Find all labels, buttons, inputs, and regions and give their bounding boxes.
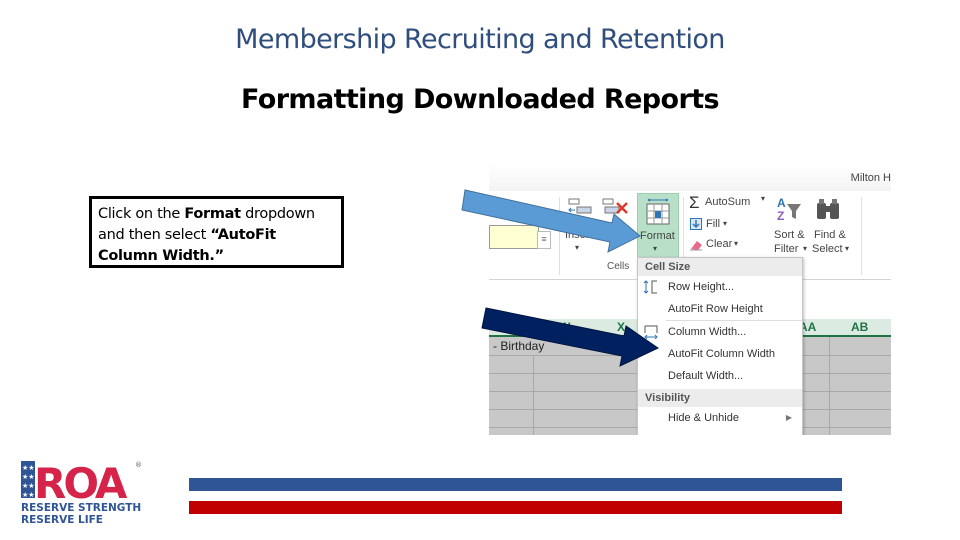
instruction-callout: Click on the Format dropdown and then se… [89, 196, 344, 268]
format-cells-icon [646, 198, 670, 225]
footer-bar-red [189, 501, 842, 514]
style-dropdown[interactable]: ≡ [537, 231, 551, 249]
autosum-icon: Σ [689, 193, 700, 212]
menu-section-visibility: Visibility [638, 389, 802, 407]
sort-filter-button[interactable]: Filter [774, 243, 798, 255]
roa-logo: ★★ ★★ ★★ ★★ ROA ® RESERVE STRENGTH RESER… [18, 457, 143, 527]
svg-text:Z: Z [777, 209, 784, 223]
clear-button[interactable]: Clear [706, 238, 732, 250]
menu-section-cell-size: Cell Size [638, 258, 802, 276]
column-header-ab[interactable]: AB [851, 320, 868, 334]
insert-button[interactable]: Insert [565, 229, 593, 241]
sort-caret[interactable]: ▾ [803, 244, 807, 253]
column-width-icon [644, 325, 658, 339]
svg-text:★★: ★★ [22, 464, 35, 472]
callout-format-bold: Format [184, 206, 241, 222]
user-name: Milton H [850, 172, 891, 184]
svg-text:★★: ★★ [22, 482, 35, 490]
slide-title: Formatting Downloaded Reports [241, 84, 720, 115]
insert-cells-icon[interactable] [567, 197, 593, 219]
find-binoculars-icon [817, 199, 839, 219]
fill-button[interactable]: Fill [706, 218, 720, 230]
ribbon-separator [861, 197, 862, 275]
logo-registered-mark: ® [135, 461, 142, 469]
column-header-x[interactable]: X [617, 320, 625, 334]
svg-text:A: A [777, 196, 786, 210]
find-select-button[interactable]: Select [812, 243, 843, 255]
find-label-1[interactable]: Find & [814, 229, 846, 241]
insert-dropdown-caret[interactable]: ▾ [575, 243, 579, 252]
ribbon-title-area: Milton H [489, 165, 891, 191]
format-button[interactable]: Format ▾ [637, 193, 679, 265]
slide-subtitle: Membership Recruiting and Retention [235, 24, 725, 55]
menu-item-default-width[interactable]: Default Width... [638, 365, 802, 387]
svg-text:★★: ★★ [22, 491, 35, 499]
fill-caret[interactable]: ▾ [723, 219, 727, 228]
menu-item-row-height[interactable]: Row Height... [638, 276, 802, 298]
svg-text:★★: ★★ [22, 473, 35, 481]
style-box[interactable] [489, 225, 539, 249]
sort-label-1[interactable]: Sort & [774, 229, 805, 241]
delete-cells-icon[interactable] [601, 197, 629, 221]
cell-birthday-header[interactable]: - Birthday [493, 339, 544, 353]
logo-tagline-1: RESERVE STRENGTH [21, 502, 141, 514]
roa-logo-mark: ★★ ★★ ★★ ★★ ROA ® RESERVE STRENGTH RESER… [21, 459, 142, 526]
logo-tagline-2: RESERVE LIFE [21, 514, 103, 526]
autosum-caret[interactable]: ▾ [761, 194, 765, 203]
footer-bar-blue [189, 478, 842, 491]
autosum-button[interactable]: AutoSum [705, 196, 750, 208]
menu-item-hide-unhide[interactable]: Hide & Unhide ▶ [638, 407, 802, 429]
submenu-arrow-icon: ▶ [785, 413, 792, 422]
excel-screenshot: Milton H ≡ Insert ▾ Format ▾ Cells Σ Aut… [489, 165, 891, 435]
clear-eraser-icon [690, 241, 702, 251]
ribbon-separator [559, 197, 560, 275]
row-height-icon [643, 280, 657, 294]
clear-caret[interactable]: ▾ [734, 239, 738, 248]
format-dropdown-menu: Cell Size Row Height... AutoFit Row Heig… [637, 257, 803, 435]
menu-item-autofit-row-height[interactable]: AutoFit Row Height [638, 298, 802, 320]
column-header-w[interactable]: W [559, 320, 570, 334]
menu-item-column-width[interactable]: Column Width... [638, 321, 802, 343]
sort-filter-icon: A Z [777, 196, 801, 223]
format-dropdown-caret: ▾ [653, 244, 658, 253]
format-label: Format [640, 230, 675, 242]
fill-icon [690, 218, 702, 230]
callout-text-1: Click on the [98, 206, 185, 222]
menu-item-autofit-column-width[interactable]: AutoFit Column Width [638, 343, 802, 365]
cells-group-label: Cells [607, 261, 630, 272]
find-caret[interactable]: ▾ [845, 244, 849, 253]
logo-roa-text: ROA [34, 459, 128, 508]
